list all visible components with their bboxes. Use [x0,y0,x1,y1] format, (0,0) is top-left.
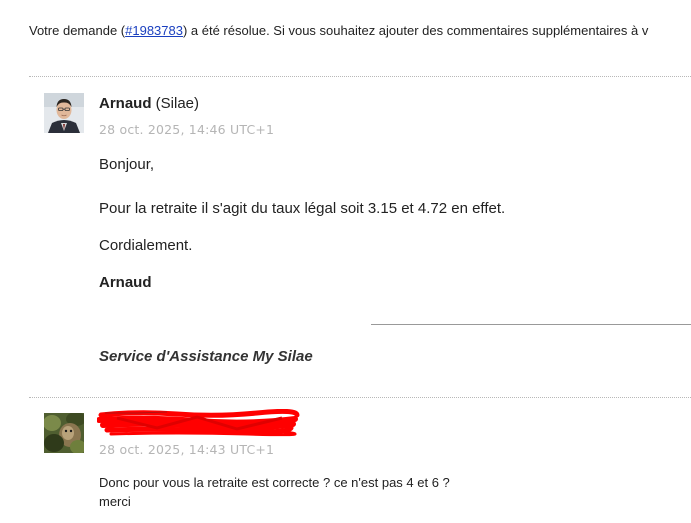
signature-separator [371,324,691,325]
author-org: (Silae) [155,95,200,112]
comment-body: Donc pour vous la retraite est correcte … [99,473,450,511]
comment-timestamp: 28 oct. 2025, 14:46 UTC+1 [99,122,275,137]
notice-suffix: ) a été résolue. Si vous souhaitez ajout… [182,23,649,38]
comment-paragraph: Cordialement. [99,237,193,254]
comment-paragraph: Bonjour, [99,156,155,173]
comment-author: Arnaud (Silae) [99,94,199,114]
ticket-conversation: Votre demande (#1983783) a été résolue. … [0,0,691,523]
redacted-author-scribble [97,409,300,437]
comment-divider [29,76,691,77]
customer-avatar-image [44,413,84,453]
comment-signature-name: Arnaud [99,274,152,291]
avatar [44,93,84,133]
avatar [44,413,84,453]
comment-paragraph: Pour la retraite il s'agit du taux légal… [99,200,506,217]
signature-service: Service d'Assistance My Silae [99,348,313,365]
comment-line: Donc pour vous la retraite est correcte … [99,475,450,490]
comment-line: merci [99,494,131,509]
resolution-notice: Votre demande (#1983783) a été résolue. … [29,22,691,40]
notice-prefix: Votre demande ( [29,23,126,38]
agent-avatar-image [44,93,84,133]
comment-divider [29,397,691,398]
ticket-link[interactable]: #1983783 [125,23,183,38]
author-name: Arnaud [99,95,152,112]
comment-timestamp: 28 oct. 2025, 14:43 UTC+1 [99,442,275,457]
